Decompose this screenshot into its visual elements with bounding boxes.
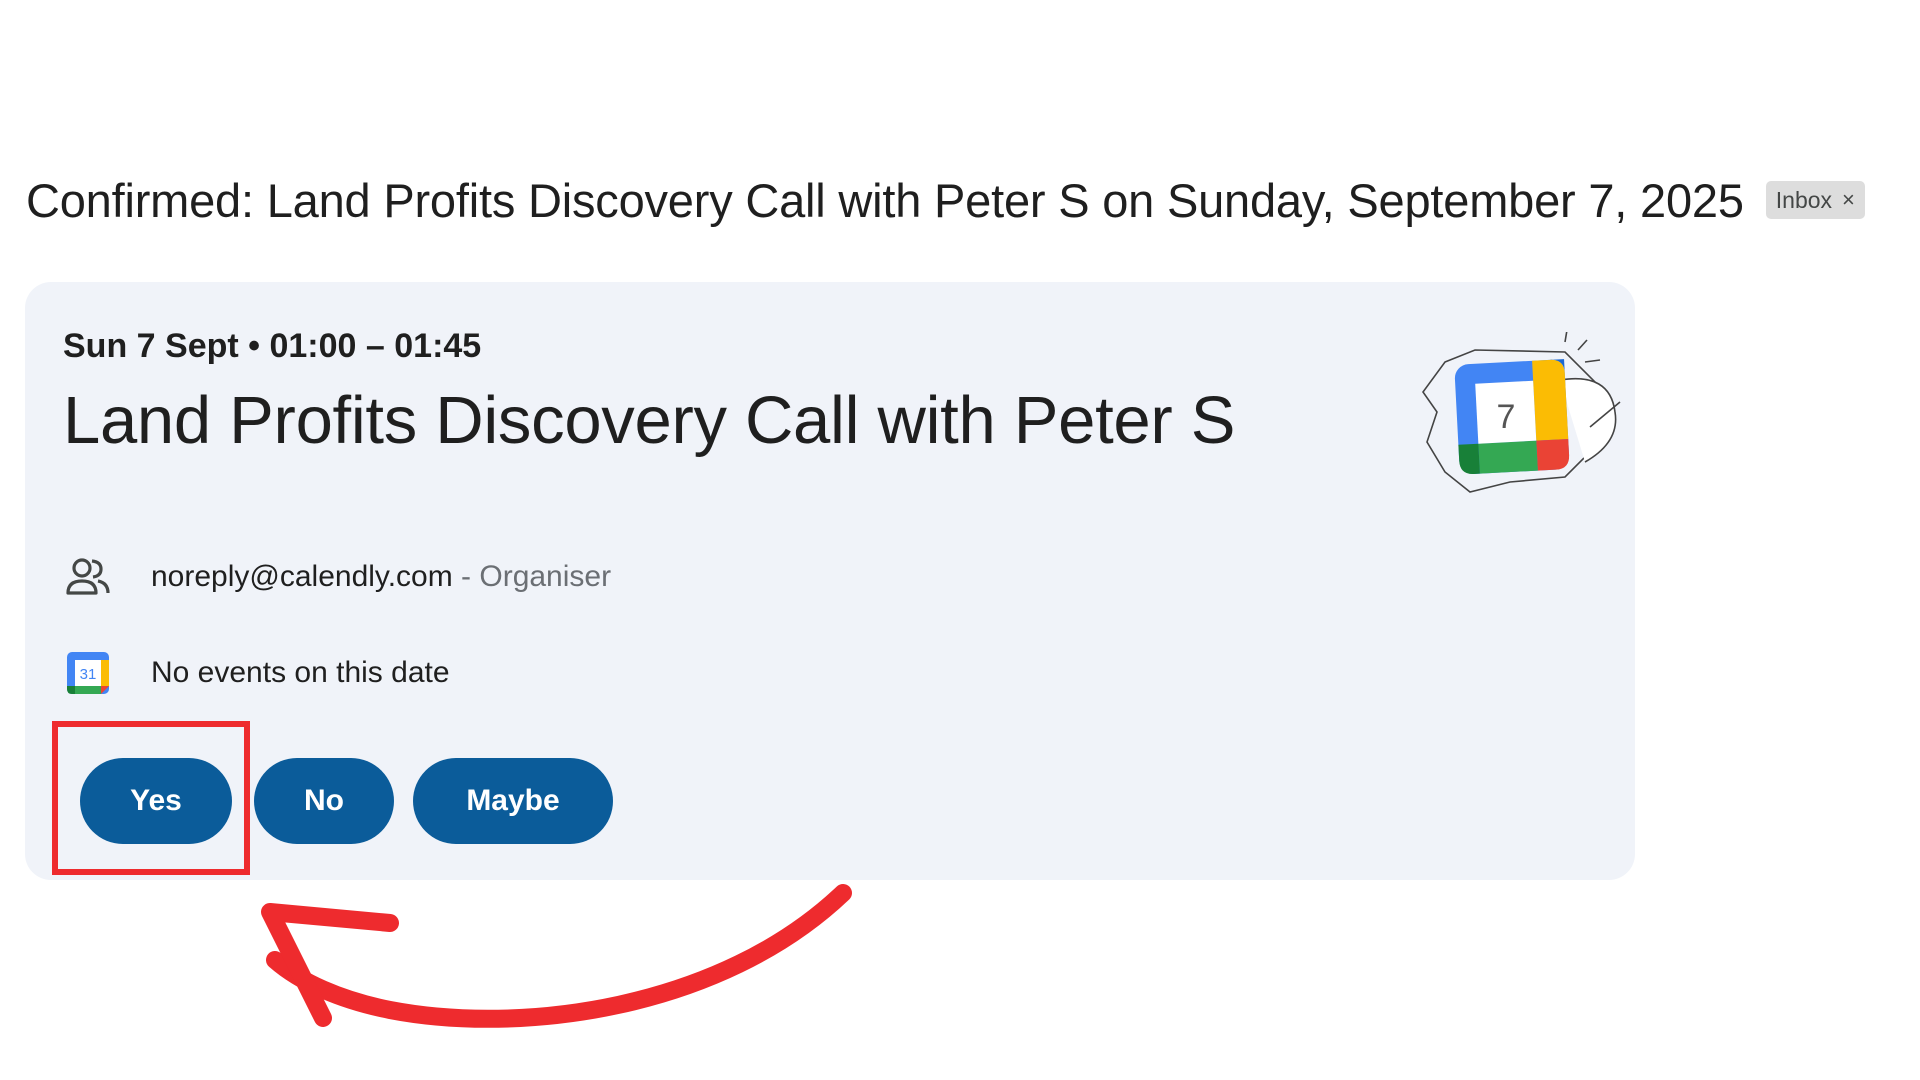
email-subject: Confirmed: Land Profits Discovery Call w… — [26, 173, 1744, 227]
organiser-row: noreply@calendly.com - Organiser — [63, 552, 611, 602]
rsvp-no-button[interactable]: No — [254, 758, 394, 844]
organiser-email: noreply@calendly.com — [151, 560, 453, 593]
inbox-label-text: Inbox — [1775, 186, 1833, 213]
organiser-text: noreply@calendly.com - Organiser — [151, 560, 611, 594]
screenshot-stage: Confirmed: Land Profits Discovery Call w… — [0, 0, 1920, 1080]
people-icon — [63, 552, 113, 602]
google-calendar-illustration-icon: 7 — [1422, 332, 1621, 493]
event-datetime: Sun 7 Sept • 01:00 – 01:45 — [63, 327, 482, 365]
inbox-label-chip[interactable]: Inbox × — [1765, 181, 1865, 219]
calendar-icon-day: 31 — [80, 666, 97, 683]
google-calendar-icon[interactable]: 31 — [63, 648, 113, 698]
email-subject-row: Confirmed: Land Profits Discovery Call w… — [26, 168, 1865, 232]
illustration-day-number: 7 — [1497, 398, 1516, 436]
event-title: Land Profits Discovery Call with Peter S — [63, 383, 1236, 458]
organiser-role: - Organiser — [452, 560, 612, 593]
calendar-status-row: 31 No events on this date — [63, 648, 450, 698]
rsvp-maybe-button[interactable]: Maybe — [413, 758, 613, 844]
calendar-status-text: No events on this date — [151, 656, 450, 689]
calendar-invite-card: Sun 7 Sept • 01:00 – 01:45 Land Profits … — [25, 282, 1635, 880]
rsvp-yes-button[interactable]: Yes — [80, 758, 232, 844]
remove-label-icon[interactable]: × — [1842, 187, 1855, 213]
